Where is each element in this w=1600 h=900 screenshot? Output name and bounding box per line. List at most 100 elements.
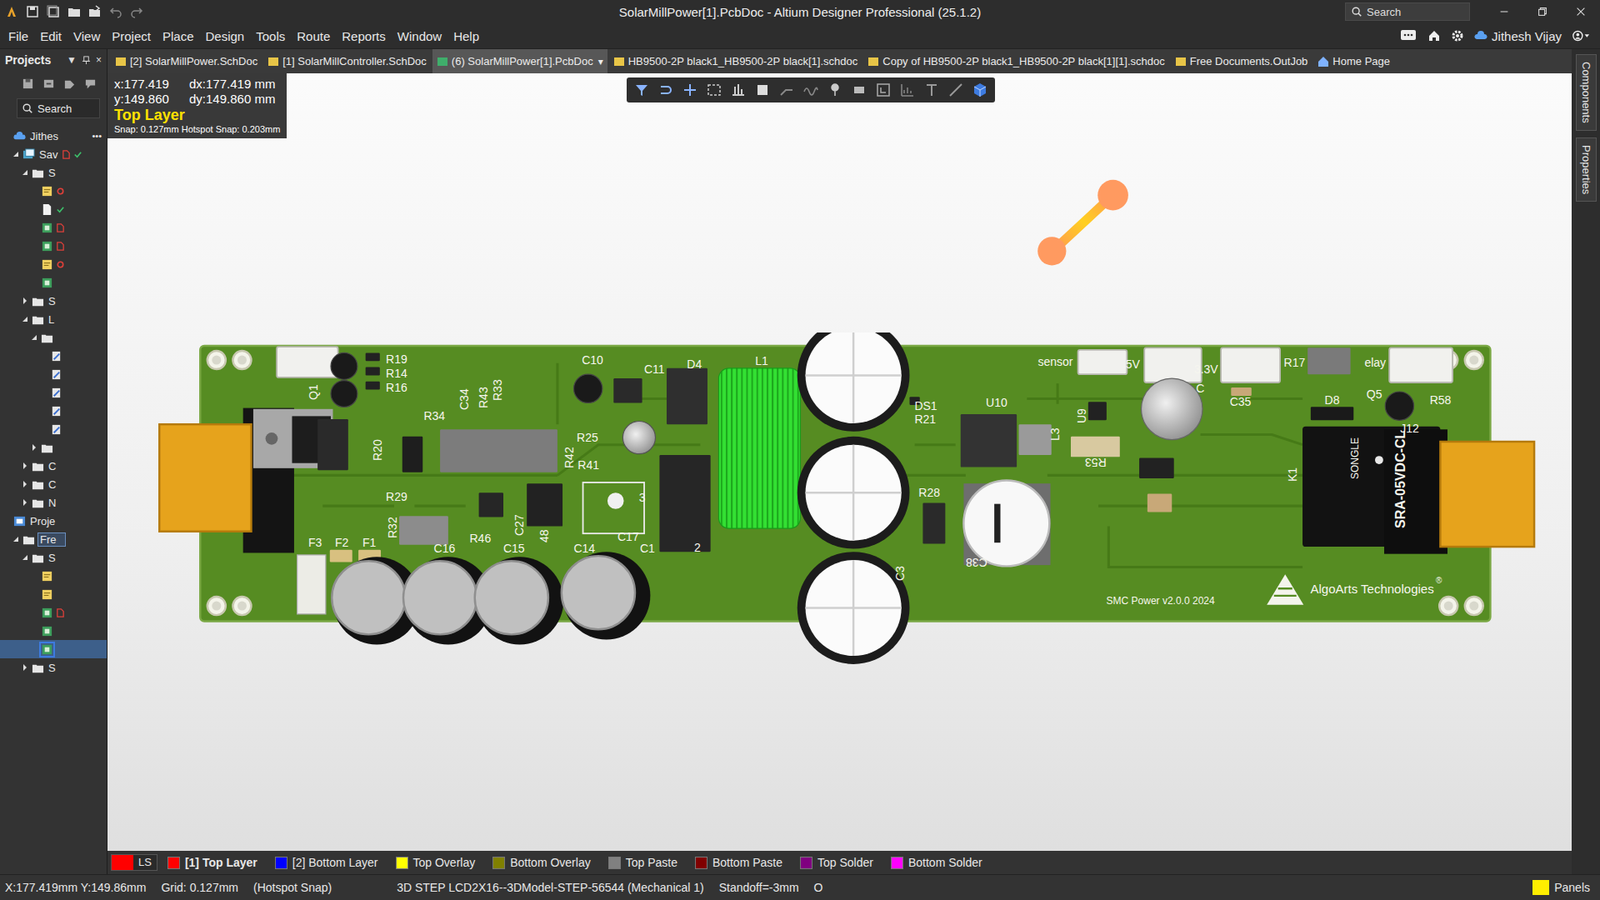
menu-item[interactable]: Design: [200, 29, 251, 44]
layer-tab[interactable]: Bottom Paste: [688, 855, 790, 870]
plus-icon[interactable]: [681, 81, 699, 99]
notifications-icon[interactable]: [1399, 29, 1418, 43]
save-project-icon[interactable]: [21, 77, 35, 90]
collapsed-arrow-icon[interactable]: [20, 498, 30, 507]
tree-row[interactable]: Jithes•••: [0, 126, 107, 145]
menu-item[interactable]: Reports: [335, 29, 392, 44]
account-button[interactable]: Jithesh Vijay: [1474, 29, 1562, 44]
tree-row[interactable]: L: [0, 310, 107, 329]
pin-icon[interactable]: [81, 55, 91, 65]
compile-icon[interactable]: [42, 77, 55, 90]
tree-row[interactable]: C: [0, 456, 107, 475]
tree-row[interactable]: [0, 273, 107, 292]
home-icon[interactable]: [1427, 29, 1441, 43]
open-folder-icon[interactable]: [67, 5, 81, 19]
expanded-arrow-icon[interactable]: [20, 553, 30, 562]
collapsed-arrow-icon[interactable]: [20, 480, 30, 489]
pcb-3d-view[interactable]: R19R14R16Q1R20C10C11D4L1C34R43R33R34R25R…: [149, 332, 1548, 670]
tree-row[interactable]: C: [0, 475, 107, 494]
tree-row[interactable]: [0, 181, 107, 200]
cube-icon[interactable]: [971, 81, 989, 99]
route-icon[interactable]: [778, 81, 795, 99]
menu-item[interactable]: Place: [156, 29, 200, 44]
menu-item[interactable]: File: [2, 29, 35, 44]
tree-row[interactable]: S: [0, 658, 107, 677]
document-tab[interactable]: Copy of HB9500-2P black1_HB9500-2P black…: [863, 49, 1169, 74]
layer-tab[interactable]: Bottom Overlay: [485, 855, 598, 870]
document-tab[interactable]: [1] SolarMillController.SchDoc: [263, 49, 431, 74]
tree-row[interactable]: [0, 218, 107, 237]
tree-row[interactable]: [0, 200, 107, 219]
collapsed-arrow-icon[interactable]: [20, 663, 30, 672]
collapsed-arrow-icon[interactable]: [30, 443, 39, 452]
wave-icon[interactable]: [802, 81, 820, 99]
expanded-arrow-icon[interactable]: [30, 333, 39, 342]
tree-row[interactable]: S: [0, 163, 107, 182]
layer-tab[interactable]: Top Paste: [601, 855, 685, 870]
tree-row[interactable]: Proje: [0, 511, 107, 530]
tree-row[interactable]: [0, 236, 107, 255]
expanded-arrow-icon[interactable]: [11, 150, 20, 159]
pad-icon[interactable]: [850, 81, 868, 99]
tree-row[interactable]: [0, 255, 107, 274]
expanded-arrow-icon[interactable]: [11, 535, 20, 544]
tree-row[interactable]: [0, 585, 107, 604]
document-tab[interactable]: [2] SolarMillPower.SchDoc: [110, 49, 262, 74]
minimize-button[interactable]: [1485, 0, 1524, 24]
panel-menu-button[interactable]: ▼: [66, 54, 77, 66]
filter-icon[interactable]: [633, 81, 650, 99]
tree-row[interactable]: [0, 365, 107, 384]
altium-logo-icon[interactable]: [5, 5, 19, 19]
pcb-canvas[interactable]: x:177.419dx:177.419 mmy:149.860dy:149.86…: [107, 73, 1572, 851]
tree-row[interactable]: [0, 346, 107, 365]
collapsed-arrow-icon[interactable]: [20, 296, 30, 305]
menu-item[interactable]: Help: [447, 29, 485, 44]
fill-icon[interactable]: [754, 81, 771, 99]
document-tab[interactable]: HB9500-2P black1_HB9500-2P black[1].schd…: [609, 49, 863, 74]
expanded-arrow-icon[interactable]: [20, 168, 30, 177]
tree-row[interactable]: [0, 603, 107, 622]
select-icon[interactable]: [705, 81, 723, 99]
menu-item[interactable]: Route: [290, 29, 336, 44]
document-tab[interactable]: Home Page: [1313, 49, 1395, 74]
tree-row[interactable]: [0, 401, 107, 420]
tree-row[interactable]: [0, 383, 107, 402]
align-icon[interactable]: [730, 81, 747, 99]
tree-row[interactable]: [0, 328, 107, 347]
document-tab[interactable]: Free Documents.OutJob: [1170, 49, 1313, 74]
layer-tab[interactable]: [2] Bottom Layer: [268, 855, 386, 870]
panel-close-button[interactable]: ×: [95, 54, 102, 66]
undo-icon[interactable]: [109, 5, 123, 19]
collapsed-arrow-icon[interactable]: [20, 461, 30, 470]
region-icon[interactable]: [875, 81, 892, 99]
text-icon[interactable]: [923, 81, 940, 99]
menu-item[interactable]: Project: [105, 29, 157, 44]
layer-tab[interactable]: Top Overlay: [389, 855, 484, 870]
side-panel-tab[interactable]: Components: [1575, 54, 1597, 131]
connect-icon[interactable]: [657, 81, 675, 99]
open-project-icon[interactable]: [88, 5, 102, 19]
global-search[interactable]: Search: [1345, 2, 1470, 21]
chart-icon[interactable]: [899, 81, 916, 99]
tree-row[interactable]: N: [0, 493, 107, 512]
close-button[interactable]: [1561, 0, 1600, 24]
layer-set-button[interactable]: LS: [110, 854, 158, 871]
menu-item[interactable]: View: [67, 29, 106, 44]
tab-dropdown[interactable]: ▾: [596, 55, 604, 68]
gear-icon[interactable]: [1450, 29, 1465, 43]
document-tab[interactable]: (6) SolarMillPower[1].PcbDoc▾: [432, 49, 608, 74]
menu-item[interactable]: Window: [391, 29, 448, 44]
pin-icon[interactable]: [826, 81, 844, 99]
tree-row[interactable]: [0, 621, 107, 640]
tree-row[interactable]: Fre: [0, 530, 107, 549]
panels-button[interactable]: Panels: [1532, 880, 1595, 895]
tree-row[interactable]: [0, 438, 107, 457]
tree-row[interactable]: S: [0, 291, 107, 310]
layer-tab[interactable]: [1] Top Layer: [160, 855, 265, 870]
tree-row[interactable]: Sav: [0, 145, 107, 164]
menu-item[interactable]: Tools: [250, 29, 291, 44]
redo-icon[interactable]: [130, 5, 144, 19]
save-all-icon[interactable]: [46, 5, 60, 19]
tree-row[interactable]: [0, 640, 107, 659]
expanded-arrow-icon[interactable]: [20, 315, 30, 324]
